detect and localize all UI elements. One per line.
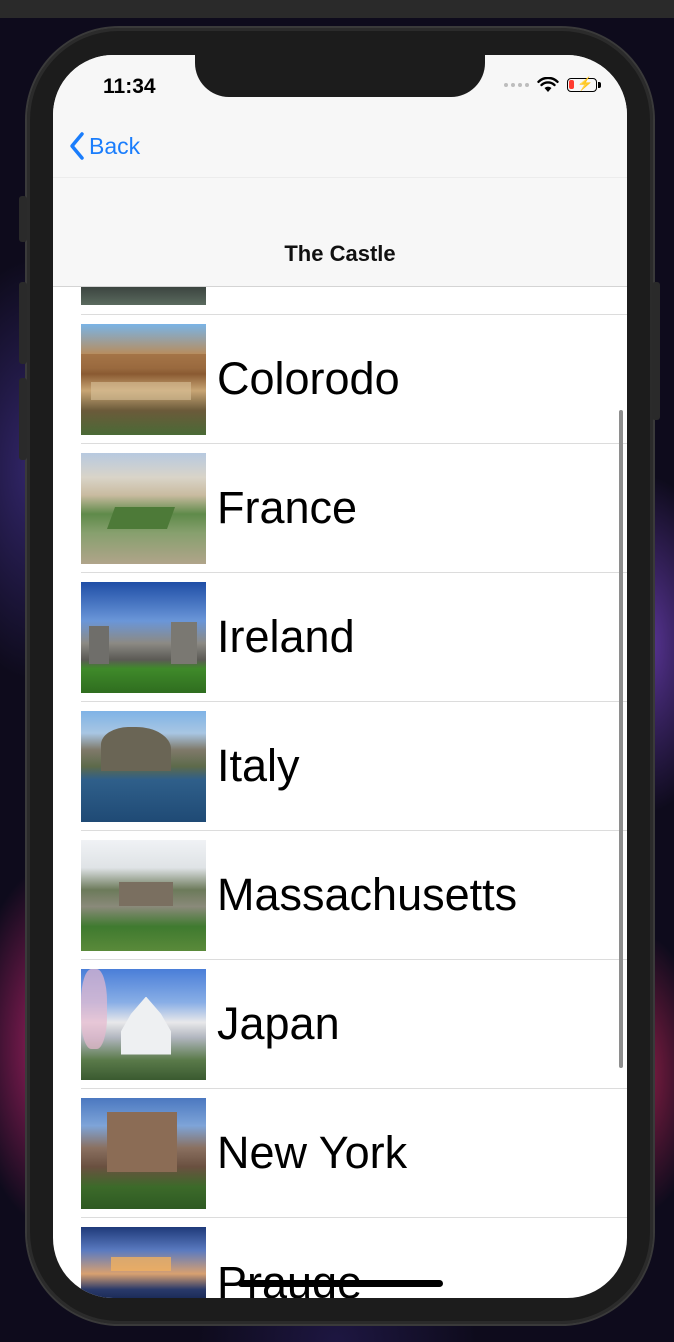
list-item[interactable]: Colorodo bbox=[81, 315, 627, 444]
cliff-dwelling-photo bbox=[81, 323, 206, 435]
simulator-toolbar bbox=[0, 0, 674, 18]
list-item-label: Japan bbox=[217, 998, 340, 1049]
status-time: 11:34 bbox=[103, 75, 156, 98]
side-button-volume-down bbox=[19, 378, 27, 460]
castle-list[interactable]: Colorodo France Ireland Italy Massachuse… bbox=[53, 287, 627, 1298]
notch bbox=[195, 55, 485, 97]
castle-lawn-photo bbox=[81, 581, 206, 693]
palace-garden-photo bbox=[81, 452, 206, 564]
battery-icon: ⚡ bbox=[567, 76, 601, 92]
list-item[interactable]: Japan bbox=[81, 960, 627, 1089]
page-title: The Castle bbox=[284, 241, 396, 266]
list-item-label: Ireland bbox=[217, 611, 355, 662]
mansion-lawn-photo bbox=[81, 839, 206, 951]
list-item-label: New York bbox=[217, 1127, 408, 1178]
cellular-signal-icon bbox=[504, 83, 529, 87]
phone-screen: 11:34 ⚡ Back The Castle Colorodo France … bbox=[53, 55, 627, 1298]
back-button[interactable]: Back bbox=[69, 131, 140, 161]
list-item[interactable]: Massachusetts bbox=[81, 831, 627, 960]
castle-photo bbox=[81, 287, 206, 305]
castle-ruin-photo bbox=[81, 1097, 206, 1209]
island-castle-harbor-photo bbox=[81, 710, 206, 822]
list-item[interactable]: Ireland bbox=[81, 573, 627, 702]
side-button-power bbox=[652, 282, 660, 420]
list-item[interactable] bbox=[81, 287, 627, 315]
side-button-mute bbox=[19, 196, 27, 242]
list-item[interactable]: New York bbox=[81, 1089, 627, 1218]
list-item-label: Italy bbox=[217, 740, 300, 791]
side-button-volume-up bbox=[19, 282, 27, 364]
back-label: Back bbox=[89, 132, 141, 159]
list-item-label: Colorodo bbox=[217, 353, 400, 404]
chevron-left-icon bbox=[70, 132, 84, 160]
home-indicator[interactable] bbox=[238, 1280, 443, 1287]
list-item[interactable]: France bbox=[81, 444, 627, 573]
status-icons: ⚡ bbox=[504, 76, 601, 93]
list-item-label: France bbox=[217, 482, 358, 533]
list-item-label: Massachusetts bbox=[217, 869, 518, 920]
list-item-label: Prauge bbox=[217, 1257, 363, 1298]
japanese-castle-photo bbox=[81, 968, 206, 1080]
prague-castle-night-photo bbox=[81, 1227, 206, 1298]
wifi-icon bbox=[537, 77, 559, 92]
nav-divider bbox=[53, 177, 627, 178]
list-item[interactable]: Italy bbox=[81, 702, 627, 831]
scroll-indicator[interactable] bbox=[619, 410, 623, 1068]
